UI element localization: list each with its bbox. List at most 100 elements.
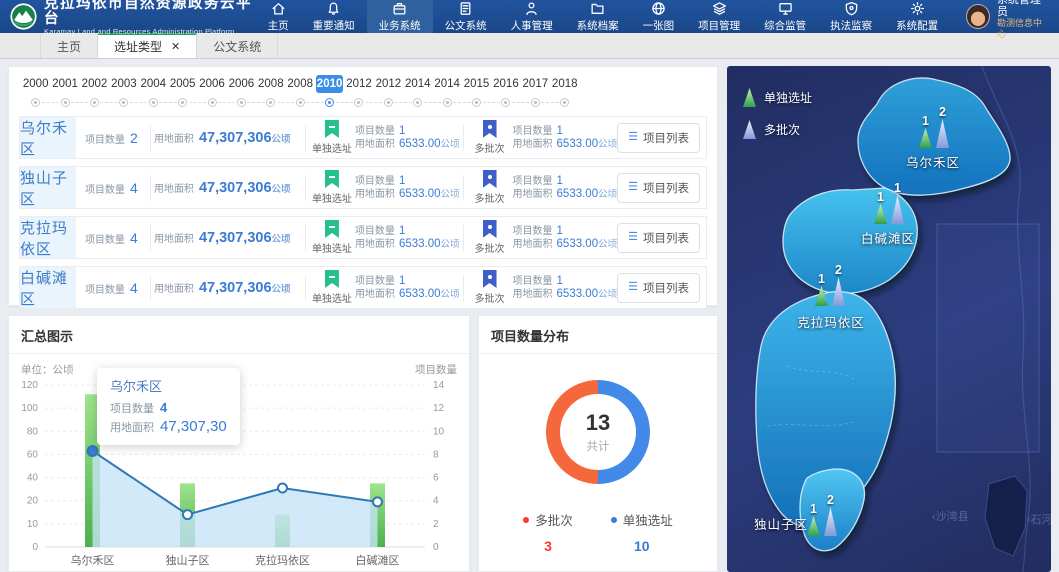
avatar[interactable]: [966, 4, 990, 29]
year-timeline: 2000200120022003200420052006200620082008…: [19, 71, 707, 109]
project-list-button[interactable]: ☰项目列表: [617, 223, 700, 253]
legend-item-单独选址[interactable]: 单独选址10: [611, 510, 673, 554]
map-panel: 单独选址多批次 12乌尔禾区11白碱滩区12克拉玛依区12独山子区‹沙湾县‹石河…: [727, 66, 1051, 572]
year-2005[interactable]: 2005: [168, 75, 197, 107]
year-2008[interactable]: 2008: [286, 75, 315, 107]
map-markers-乌尔禾区[interactable]: 12: [919, 104, 949, 148]
close-icon[interactable]: ✕: [171, 40, 180, 53]
nav-item-shield[interactable]: 执法监察: [818, 0, 884, 33]
list-icon: ☰: [628, 182, 638, 193]
district-name: 白碱滩区: [20, 267, 76, 308]
list-icon: ☰: [628, 282, 638, 293]
svg-text:14: 14: [433, 380, 445, 391]
year-label: 2008: [287, 75, 314, 93]
person-icon: [524, 1, 539, 16]
year-label: 2012: [345, 75, 372, 93]
distribution-title: 项目数量分布: [479, 316, 717, 354]
year-2002[interactable]: 2002: [80, 75, 109, 107]
app-header: 克拉玛依市自然资源政务云平台 Karamay Land and Resource…: [0, 0, 1059, 33]
single-site-flag: 单独选址: [309, 270, 355, 305]
line-point-独山子区[interactable]: [183, 510, 192, 519]
year-label: 2006: [228, 75, 255, 93]
nav-item-document[interactable]: 公文系统: [433, 0, 499, 33]
year-2001[interactable]: 2001: [50, 75, 79, 107]
tab-3[interactable]: 公文系统: [197, 33, 278, 58]
project-list-button[interactable]: ☰项目列表: [617, 173, 700, 203]
svg-text:乌尔禾区: 乌尔禾区: [71, 553, 115, 567]
district-area: 用地面积47,307,306公顷: [154, 230, 302, 246]
map-region-label: 乌尔禾区: [906, 152, 960, 171]
year-2010[interactable]: 2010: [315, 75, 344, 107]
donut-total: 13: [586, 410, 610, 436]
year-2006[interactable]: 2006: [197, 75, 226, 107]
page-subtitle: Karamay Land and Resources Administratio…: [44, 27, 256, 36]
line-point-乌尔禾区[interactable]: [88, 446, 98, 456]
year-dot: [178, 98, 187, 107]
blue-cone-icon: [832, 277, 845, 306]
summary-chart-title: 汇总图示: [9, 316, 469, 354]
district-row: 克拉玛依区项目数量4用地面积47,307,306公顷单独选址项目数量1用地面积6…: [19, 216, 707, 259]
district-summary-card: 2000200120022003200420052006200620082008…: [8, 66, 718, 306]
multi-batch-flag: 多批次: [467, 220, 513, 255]
year-2008[interactable]: 2008: [256, 75, 285, 107]
year-2014[interactable]: 2014: [403, 75, 432, 107]
bookmark-green-icon: [325, 120, 339, 138]
tab-2[interactable]: 选址类型✕: [98, 33, 197, 58]
single-count: 1: [922, 115, 929, 128]
brand: 克拉玛依市自然资源政务云平台 Karamay Land and Resource…: [10, 0, 256, 36]
main-nav: 主页重要通知业务系统公文系统人事管理系统档案一张图项目管理综合监管执法监察系统配…: [256, 0, 951, 33]
user-menu[interactable]: 系统管理员 勘测信息中心: [966, 0, 1049, 40]
project-list-button[interactable]: ☰项目列表: [617, 273, 700, 303]
svg-text:10: 10: [433, 426, 445, 437]
year-2014[interactable]: 2014: [432, 75, 461, 107]
left-axis-label: 单位：公顷: [21, 362, 74, 377]
line-point-白碱滩区[interactable]: [373, 497, 382, 506]
single-count: 1: [877, 191, 884, 204]
nav-item-folder[interactable]: 系统档案: [565, 0, 631, 33]
green-cone-icon: [743, 88, 756, 107]
year-label: 2008: [257, 75, 284, 93]
map-markers-克拉玛依区[interactable]: 12: [815, 262, 845, 306]
year-2012[interactable]: 2012: [344, 75, 373, 107]
nav-item-briefcase[interactable]: 业务系统: [367, 0, 433, 33]
svg-text:40: 40: [27, 473, 39, 484]
year-label: 2014: [433, 75, 460, 93]
multi-count: 1: [894, 182, 901, 195]
legend-label: 单独选址: [623, 510, 673, 529]
legend-item-多批次[interactable]: 多批次3: [523, 510, 573, 554]
year-2016[interactable]: 2016: [491, 75, 520, 107]
year-label: 2012: [375, 75, 402, 93]
map-markers-白碱滩区[interactable]: 11: [874, 180, 904, 224]
year-2003[interactable]: 2003: [109, 75, 138, 107]
year-2017[interactable]: 2017: [521, 75, 550, 107]
donut-chart: 13 共计: [546, 380, 650, 484]
nav-item-gear[interactable]: 系统配置: [884, 0, 950, 33]
stats-block: 项目数量1用地面积6533.00公顷: [355, 225, 460, 251]
line-point-克拉玛依区[interactable]: [278, 483, 287, 492]
district-count: 项目数量4: [85, 180, 147, 196]
map-markers-独山子区[interactable]: 12: [807, 492, 837, 536]
nav-item-person[interactable]: 人事管理: [499, 0, 565, 33]
year-2006[interactable]: 2006: [227, 75, 256, 107]
year-2018[interactable]: 2018: [550, 75, 579, 107]
project-list-button[interactable]: ☰项目列表: [617, 123, 700, 153]
legend-dot-icon: [611, 517, 617, 523]
nav-item-bell[interactable]: 重要通知: [301, 0, 367, 33]
nav-item-layers[interactable]: 项目管理: [686, 0, 752, 33]
year-2015[interactable]: 2015: [462, 75, 491, 107]
map-extent-rectangle: [937, 224, 1039, 452]
donut-legend: 多批次3 单独选址10: [479, 510, 717, 554]
bookmark-green-icon: [325, 170, 339, 188]
year-label: 2018: [551, 75, 578, 93]
tab-1[interactable]: 主页: [40, 33, 98, 58]
nav-item-globe[interactable]: 一张图: [631, 0, 687, 33]
nav-item-home[interactable]: 主页: [256, 0, 301, 33]
map-bg-label: ‹沙湾县: [932, 508, 969, 524]
year-2012[interactable]: 2012: [374, 75, 403, 107]
year-2004[interactable]: 2004: [139, 75, 168, 107]
year-dot: [560, 98, 569, 107]
year-2000[interactable]: 2000: [21, 75, 50, 107]
nav-item-monitor[interactable]: 综合监管: [752, 0, 818, 33]
district-area: 用地面积47,307,306公顷: [154, 280, 302, 296]
nav-label: 主页: [268, 18, 289, 33]
